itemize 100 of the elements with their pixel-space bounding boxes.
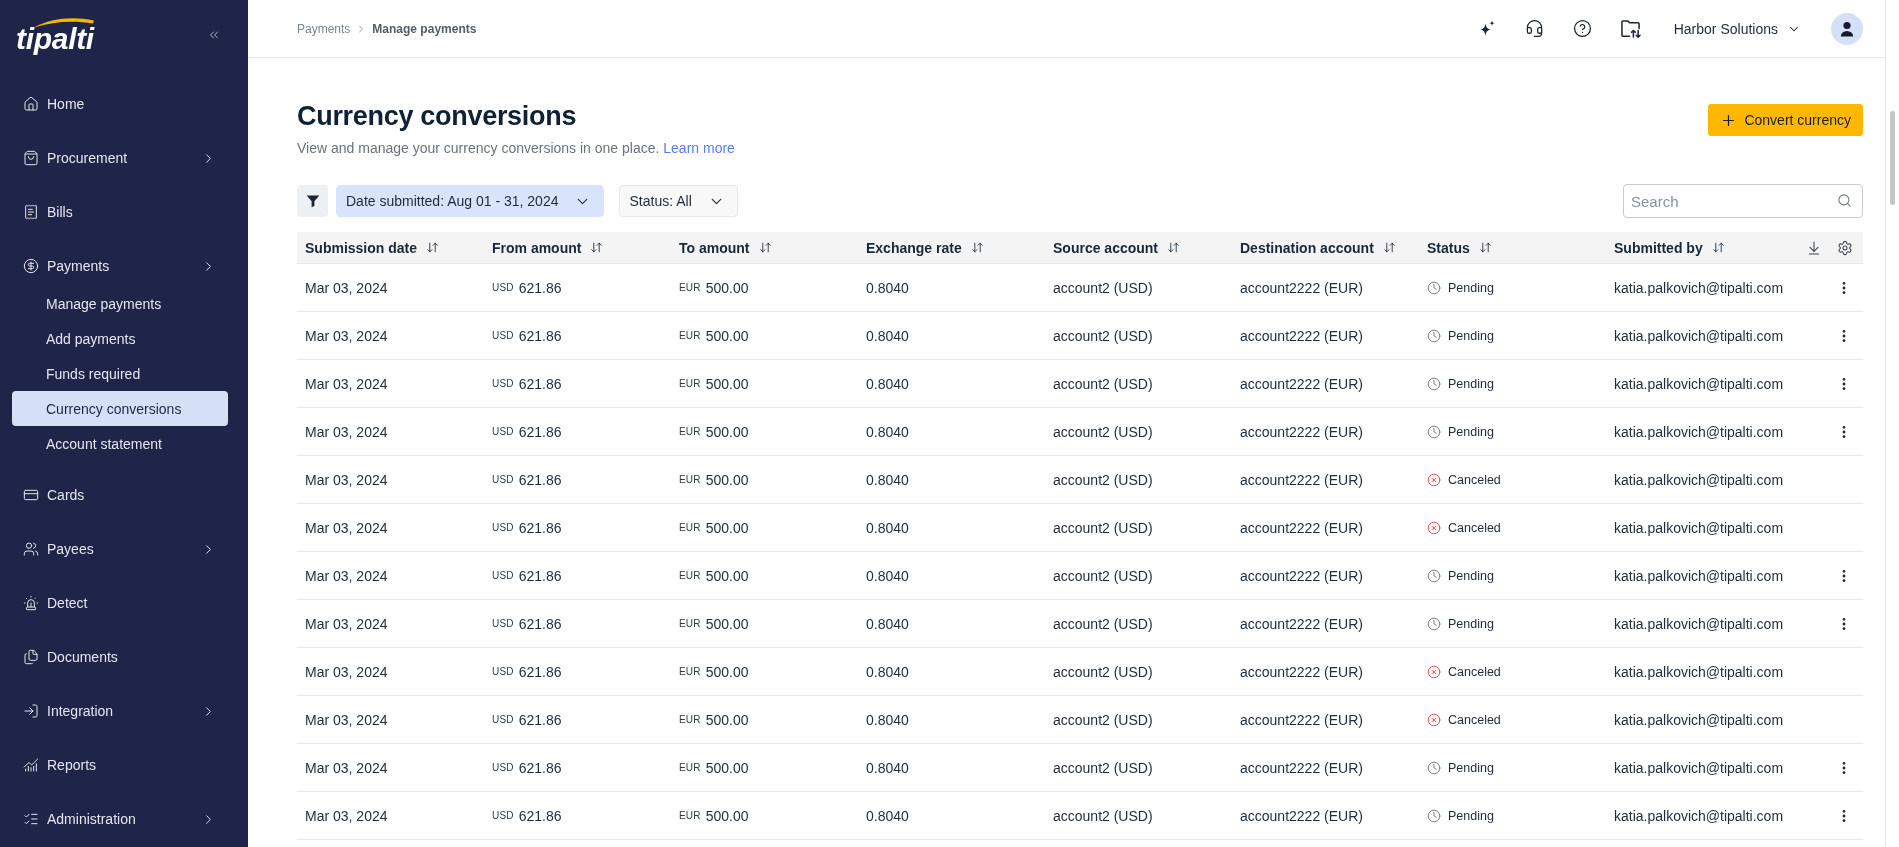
column-header[interactable]: Destination account	[1240, 239, 1396, 256]
company-switcher[interactable]: Harbor Solutions	[1673, 20, 1801, 37]
nav-item[interactable]: Administration	[12, 799, 228, 839]
status-label: Pending	[1448, 376, 1494, 391]
nav-item[interactable]: Procurement	[12, 138, 228, 178]
currency-code: EUR	[679, 426, 701, 437]
table-cell-text: account2222 (EUR)	[1239, 375, 1364, 392]
avatar-button[interactable]	[1831, 12, 1863, 45]
table-cell-text: Mar 03, 2024	[304, 375, 389, 392]
table-cell-text: account2 (USD)	[1052, 807, 1154, 824]
amount-value: 500.00	[705, 615, 749, 632]
settings-icon[interactable]	[1837, 239, 1853, 256]
column-header[interactable]: Exchange rate	[866, 239, 984, 256]
table-cell-text: Mar 03, 2024	[304, 615, 389, 632]
shopping-bag-icon	[23, 150, 39, 166]
nav-item[interactable]: Detect	[12, 583, 228, 623]
nav-item[interactable]: Home	[12, 84, 228, 124]
table-cell-text: account2 (USD)	[1052, 567, 1154, 584]
currency-code: USD	[492, 378, 514, 389]
nav-subitem[interactable]: Manage payments	[12, 286, 228, 321]
nav-item[interactable]: Reports	[12, 745, 228, 785]
table-cell-text: 0.8040	[865, 663, 910, 680]
table-cell-text: account2222 (EUR)	[1239, 567, 1364, 584]
search-icon	[1837, 193, 1852, 208]
table-cell-text: account2 (USD)	[1052, 615, 1154, 632]
documents-icon	[23, 649, 39, 665]
amount-value: 621.86	[518, 279, 562, 296]
amount-value: 500.00	[705, 663, 749, 680]
table-cell-text: account2 (USD)	[1052, 375, 1154, 392]
currency-code: USD	[492, 618, 514, 629]
checklist-icon	[23, 811, 39, 827]
amount-value: 621.86	[518, 807, 562, 824]
table-cell-text: account2 (USD)	[1052, 519, 1154, 536]
bar-chart-icon	[23, 757, 39, 773]
table-cell-text: katia.palkovich@tipalti.com	[1613, 663, 1785, 680]
table-cell-text: 0.8040	[865, 759, 910, 776]
amount-value: 500.00	[705, 807, 749, 824]
nav-subitem[interactable]: Account statement	[12, 426, 228, 461]
receipt-icon	[23, 204, 39, 220]
column-header[interactable]: Submitted by	[1614, 239, 1725, 256]
scrollbar-thumb[interactable]	[1890, 111, 1895, 205]
table-cell-text: katia.palkovich@tipalti.com	[1613, 615, 1785, 632]
nav-item[interactable]: Bills	[12, 192, 228, 232]
nav-subitem[interactable]: Funds required	[12, 356, 228, 391]
currency-code: USD	[492, 762, 514, 773]
nav-subitem[interactable]: Add payments	[12, 321, 228, 356]
search-field[interactable]: Search	[1623, 184, 1863, 218]
table-cell-text: katia.palkovich@tipalti.com	[1613, 423, 1785, 440]
headset-icon[interactable]	[1524, 19, 1544, 38]
table-cell-text: katia.palkovich@tipalti.com	[1613, 807, 1785, 824]
status-label: Canceled	[1448, 664, 1501, 679]
page-title: Currency conversions	[297, 100, 578, 133]
collapse-icon[interactable]	[207, 28, 221, 42]
currency-code: USD	[492, 666, 514, 677]
nav-item[interactable]: Integration	[12, 691, 228, 731]
table-cell-text: account2222 (EUR)	[1239, 711, 1364, 728]
table-cell-text: Mar 03, 2024	[304, 327, 389, 344]
nav-item[interactable]: Payees	[12, 529, 228, 569]
currency-code: EUR	[679, 714, 701, 725]
currency-code: USD	[492, 330, 514, 341]
status-label: Canceled	[1448, 520, 1501, 535]
amount-value: 500.00	[705, 567, 749, 584]
nav-item[interactable]: Payments	[12, 246, 228, 286]
table-cell-text: 0.8040	[865, 279, 910, 296]
currency-code: USD	[492, 810, 514, 821]
logo-wordmark: tipalti	[16, 22, 94, 55]
status-label: Canceled	[1448, 712, 1501, 727]
currency-code: EUR	[679, 474, 701, 485]
amount-value: 621.86	[518, 567, 562, 584]
column-header[interactable]: Submission date	[305, 239, 440, 256]
table-cell-text: Mar 03, 2024	[304, 423, 389, 440]
download-icon[interactable]	[1806, 239, 1822, 256]
sort-icon	[1478, 241, 1492, 254]
folder-arrows-icon[interactable]	[1620, 18, 1641, 39]
nav-subitem[interactable]: Currency conversions	[12, 391, 228, 426]
sort-icon	[1167, 241, 1181, 254]
nav-item[interactable]: Documents	[12, 637, 228, 677]
sort-icon	[970, 241, 984, 254]
convert-button[interactable]: Convert currency	[1708, 104, 1863, 136]
column-header[interactable]: Status	[1427, 239, 1492, 256]
sparkles-icon[interactable]	[1478, 20, 1496, 37]
column-header[interactable]: To amount	[679, 239, 772, 256]
breadcrumb-link[interactable]: Payments	[297, 21, 351, 36]
filter-dropdown[interactable]: Date submitted: Aug 01 - 31, 2024	[336, 185, 605, 217]
amount-value: 500.00	[705, 375, 749, 392]
help-icon[interactable]	[1572, 19, 1592, 38]
filter-dropdown[interactable]: Status: All	[619, 185, 738, 217]
table-cell-text: 0.8040	[865, 519, 910, 536]
table-cell-text: 0.8040	[865, 471, 910, 488]
filter-button[interactable]	[297, 185, 328, 217]
column-header[interactable]: From amount	[492, 239, 604, 256]
currency-code: USD	[492, 282, 514, 293]
currency-code: EUR	[679, 666, 701, 677]
learn-more-link[interactable]: Learn more	[663, 140, 735, 156]
table-cell-text: katia.palkovich@tipalti.com	[1613, 327, 1785, 344]
currency-code: EUR	[679, 378, 701, 389]
table-cell-text: account2 (USD)	[1052, 279, 1154, 296]
table-cell-text: Mar 03, 2024	[304, 567, 389, 584]
column-header[interactable]: Source account	[1053, 239, 1181, 256]
nav-item[interactable]: Cards	[12, 475, 228, 515]
